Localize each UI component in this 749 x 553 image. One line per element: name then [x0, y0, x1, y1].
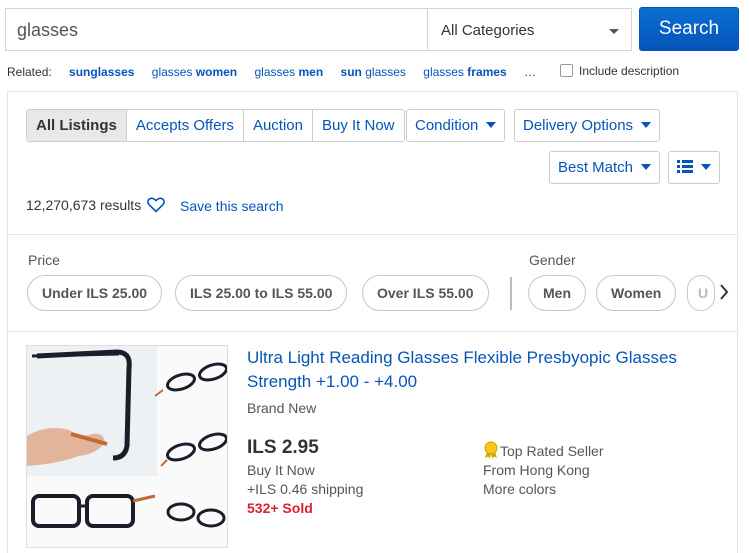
chevron-down-icon — [641, 122, 652, 128]
related-more[interactable]: … — [524, 65, 536, 79]
delivery-options-label: Delivery Options — [523, 117, 634, 134]
list-view-icon — [677, 160, 693, 173]
tab-all-listings[interactable]: All Listings — [27, 110, 126, 141]
search-input[interactable]: glasses — [5, 8, 428, 51]
gender-option-men[interactable]: Men — [528, 275, 586, 311]
checkbox-icon[interactable] — [560, 64, 573, 77]
divider — [8, 234, 737, 235]
related-label: Related: — [7, 65, 52, 79]
search-bar: glasses All Categories Search — [5, 7, 745, 53]
chevron-down-icon — [609, 29, 619, 34]
sort-label: Best Match — [558, 159, 634, 176]
listing-format: Buy It Now — [247, 462, 315, 478]
divider — [8, 331, 737, 332]
results-panel: All Listings Accepts Offers Auction Buy … — [7, 91, 738, 553]
category-select-label: All Categories — [441, 22, 535, 39]
delivery-options-dropdown[interactable]: Delivery Options — [514, 109, 661, 142]
search-button[interactable]: Search — [639, 7, 739, 51]
chevron-right-icon[interactable] — [708, 275, 740, 311]
listing-more-colors: More colors — [483, 481, 557, 497]
price-option-middle[interactable]: ILS 25.00 to ILS 55.00 — [175, 275, 348, 311]
tab-accepts-offers[interactable]: Accepts Offers — [125, 110, 243, 141]
related-searches: Related: sunglasses glasses women glasse… — [7, 65, 536, 79]
results-count-text: 12,270,673 results — [26, 197, 142, 213]
price-option-under[interactable]: Under ILS 25.00 — [27, 275, 163, 311]
chevron-down-icon — [486, 122, 497, 128]
view-toggle-dropdown[interactable] — [668, 151, 720, 184]
award-icon — [484, 441, 498, 459]
condition-label: Condition — [415, 117, 479, 134]
listing-type-tabs: All Listings Accepts Offers Auction Buy … — [26, 109, 405, 142]
listing-image[interactable] — [26, 345, 228, 548]
price-facet-label: Price — [28, 252, 60, 268]
tab-auction[interactable]: Auction — [242, 110, 312, 141]
include-description-checkbox[interactable]: Include description — [560, 64, 679, 78]
listing-price: ILS 2.95 — [247, 437, 319, 458]
tab-buy-it-now[interactable]: Buy It Now — [311, 110, 404, 141]
chevron-down-icon — [641, 164, 652, 170]
category-select[interactable]: All Categories — [427, 8, 632, 51]
related-link[interactable]: glasses frames — [423, 65, 506, 79]
related-link[interactable]: glasses men — [254, 65, 323, 79]
condition-dropdown[interactable]: Condition — [406, 109, 506, 142]
top-rated-seller-badge: Top Rated Seller — [483, 441, 604, 459]
gender-option-women[interactable]: Women — [596, 275, 677, 311]
gender-facet-label: Gender — [529, 252, 576, 268]
price-option-over[interactable]: Over ILS 55.00 — [362, 275, 489, 311]
sort-dropdown[interactable]: Best Match — [549, 151, 661, 184]
related-link[interactable]: glasses women — [152, 65, 237, 79]
listing-location: From Hong Kong — [483, 462, 590, 478]
save-search-link[interactable]: Save this search — [180, 198, 284, 214]
listing-shipping: +ILS 0.46 shipping — [247, 481, 364, 497]
include-description-label: Include description — [579, 64, 680, 78]
heart-icon[interactable] — [147, 197, 165, 213]
facet-separator — [510, 277, 512, 310]
listing-sold-count: 532+ Sold — [247, 500, 313, 516]
results-count: 12,270,673 results — [26, 197, 165, 213]
chevron-down-icon — [701, 164, 711, 170]
top-rated-seller-label: Top Rated Seller — [500, 443, 604, 459]
related-link[interactable]: sun glasses — [341, 65, 406, 79]
listing-title[interactable]: Ultra Light Reading Glasses Flexible Pre… — [247, 346, 727, 394]
listing-condition: Brand New — [247, 400, 317, 416]
related-link[interactable]: sunglasses — [69, 65, 134, 79]
